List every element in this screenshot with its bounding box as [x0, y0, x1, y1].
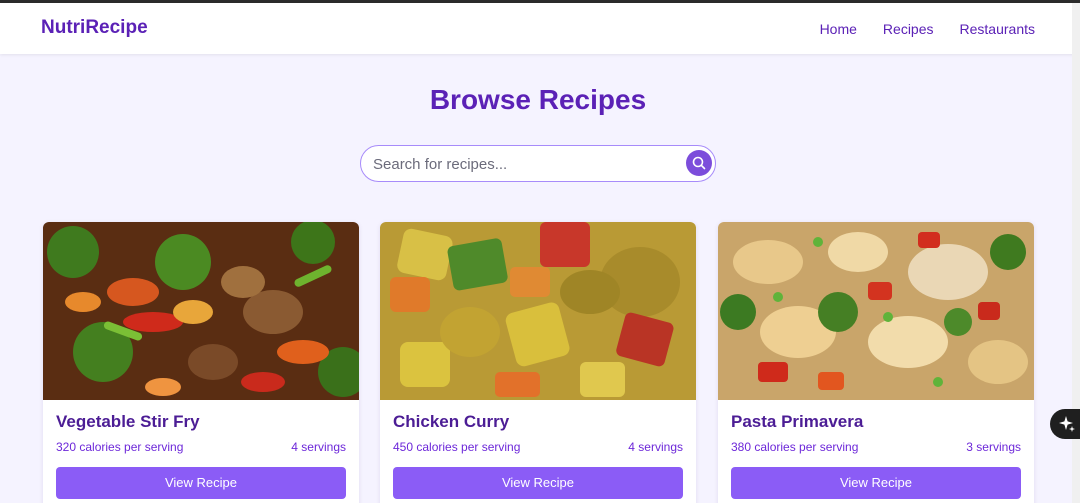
- recipe-image-chicken-curry[interactable]: [380, 222, 696, 400]
- search-button[interactable]: [686, 150, 712, 176]
- assistant-button[interactable]: [1050, 409, 1080, 439]
- brand-logo[interactable]: NutriRecipe: [41, 17, 148, 39]
- recipe-servings: 4 servings: [628, 440, 683, 454]
- nav-link-home[interactable]: Home: [820, 21, 857, 37]
- view-recipe-button[interactable]: View Recipe: [731, 467, 1021, 499]
- navbar: NutriRecipe Home Recipes Restaurants: [0, 3, 1080, 54]
- recipe-servings: 3 servings: [966, 440, 1021, 454]
- recipe-calories: 380 calories per serving: [731, 440, 859, 454]
- page-title: Browse Recipes: [429, 84, 647, 115]
- recipe-card: Vegetable Stir Fry 320 calories per serv…: [43, 222, 359, 503]
- recipe-calories: 320 calories per serving: [56, 440, 184, 454]
- recipe-calories: 450 calories per serving: [393, 440, 521, 454]
- nav-link-restaurants[interactable]: Restaurants: [960, 21, 1035, 37]
- recipe-image-vegetable-stir-fry[interactable]: [43, 222, 359, 400]
- view-recipe-button[interactable]: View Recipe: [393, 467, 683, 499]
- recipe-image-pasta-primavera[interactable]: [718, 222, 1034, 400]
- recipe-title: Chicken Curry: [393, 412, 510, 431]
- search-icon: [692, 156, 706, 170]
- view-recipe-button[interactable]: View Recipe: [56, 467, 346, 499]
- recipe-card: Pasta Primavera 380 calories per serving…: [718, 222, 1034, 503]
- search-bar: [360, 145, 716, 182]
- recipe-card: Chicken Curry 450 calories per serving 4…: [380, 222, 696, 503]
- nav-links: Home Recipes Restaurants: [820, 21, 1035, 37]
- nav-link-recipes[interactable]: Recipes: [883, 21, 934, 37]
- recipe-servings: 4 servings: [291, 440, 346, 454]
- recipe-title: Pasta Primavera: [731, 412, 864, 431]
- recipe-title: Vegetable Stir Fry: [56, 412, 200, 431]
- search-input[interactable]: [373, 154, 673, 174]
- sparkle-icon: [1059, 416, 1075, 432]
